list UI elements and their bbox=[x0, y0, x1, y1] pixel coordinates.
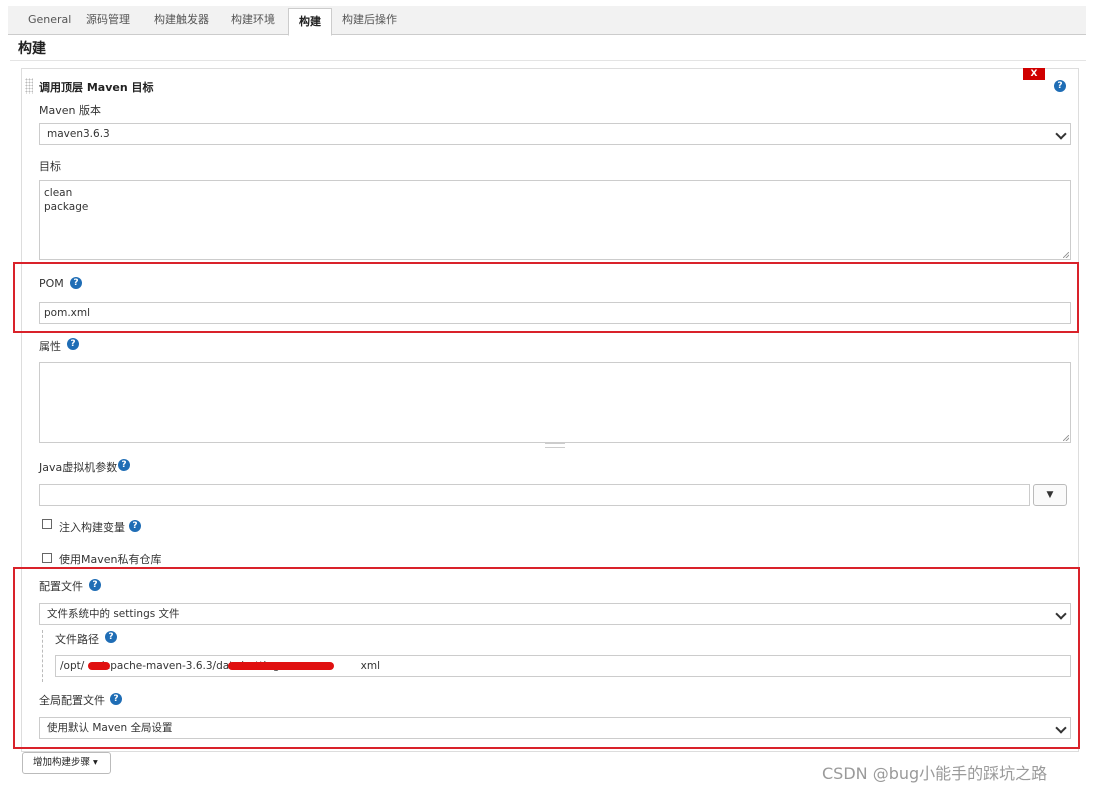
global-settings-label: 全局配置文件 bbox=[39, 694, 105, 707]
chevron-down-icon bbox=[1055, 128, 1067, 140]
inject-vars-label: 注入构建变量 bbox=[59, 521, 125, 534]
jvm-help-icon[interactable]: ? bbox=[118, 459, 130, 471]
goals-label: 目标 bbox=[39, 160, 61, 173]
tab-build-triggers[interactable]: 构建触发器 bbox=[144, 6, 219, 34]
section-divider bbox=[10, 60, 1086, 61]
maven-version-select[interactable]: maven3.6.3 bbox=[39, 123, 1071, 145]
chevron-down-icon bbox=[1055, 608, 1067, 620]
settings-path-prefix: /opt/ bbox=[60, 660, 85, 672]
global-settings-help-icon[interactable]: ? bbox=[110, 693, 122, 705]
settings-help-icon[interactable]: ? bbox=[89, 579, 101, 591]
drag-handle-icon[interactable] bbox=[25, 78, 33, 94]
private-repo-checkbox[interactable] bbox=[42, 553, 52, 563]
pom-value: pom.xml bbox=[44, 307, 91, 319]
caret-down-icon: ▾ bbox=[93, 757, 98, 768]
tab-source-control[interactable]: 源码管理 bbox=[76, 6, 140, 34]
tab-bar: General 源码管理 构建触发器 构建环境 构建 构建后操作 bbox=[8, 6, 1086, 36]
tab-post-build[interactable]: 构建后操作 bbox=[332, 6, 407, 34]
resize-grip-icon[interactable] bbox=[1063, 435, 1069, 441]
inject-vars-help-icon[interactable]: ? bbox=[129, 520, 141, 532]
maven-version-label: Maven 版本 bbox=[39, 104, 101, 117]
global-settings-value: 使用默认 Maven 全局设置 bbox=[47, 722, 173, 734]
pom-input[interactable]: pom.xml bbox=[39, 302, 1071, 324]
pom-label: POM bbox=[39, 277, 64, 290]
tab-build-environment[interactable]: 构建环境 bbox=[221, 6, 285, 34]
redaction-mark bbox=[228, 662, 334, 670]
properties-textarea[interactable] bbox=[39, 362, 1071, 443]
resize-grip-icon[interactable] bbox=[1063, 252, 1069, 258]
settings-path-input[interactable]: /opt//apache-maven-3.6.3/data/setting xml bbox=[55, 655, 1071, 677]
jvm-options-expand-button[interactable]: ▼ bbox=[1033, 484, 1067, 506]
jvm-options-input[interactable] bbox=[39, 484, 1030, 506]
private-repo-label: 使用Maven私有仓库 bbox=[59, 553, 162, 566]
inject-vars-checkbox[interactable] bbox=[42, 519, 52, 529]
splitter-handle-icon[interactable] bbox=[545, 443, 565, 448]
page: General 源码管理 构建触发器 构建环境 构建 构建后操作 构建 调用顶层… bbox=[0, 0, 1102, 790]
tab-build[interactable]: 构建 bbox=[288, 8, 332, 36]
settings-select[interactable]: 文件系统中的 settings 文件 bbox=[39, 603, 1071, 625]
settings-path-help-icon[interactable]: ? bbox=[105, 631, 117, 643]
settings-path-label: 文件路径 bbox=[55, 633, 99, 646]
pom-help-icon[interactable]: ? bbox=[70, 277, 82, 289]
chevron-down-icon bbox=[1055, 722, 1067, 734]
settings-value: 文件系统中的 settings 文件 bbox=[47, 608, 180, 620]
settings-path-suffix: xml bbox=[360, 660, 381, 672]
redaction-mark bbox=[88, 662, 110, 670]
delete-step-button[interactable]: X bbox=[1023, 68, 1045, 80]
properties-label: 属性 bbox=[39, 340, 61, 353]
maven-version-value: maven3.6.3 bbox=[47, 128, 110, 140]
step-help-icon[interactable]: ? bbox=[1054, 80, 1066, 92]
tab-general[interactable]: General bbox=[18, 6, 81, 34]
goals-textarea[interactable]: clean package bbox=[39, 180, 1071, 260]
add-build-step-label: 增加构建步骤 bbox=[33, 757, 91, 768]
section-title: 构建 bbox=[18, 41, 46, 57]
nested-indent-line bbox=[42, 630, 44, 682]
goals-line: clean bbox=[44, 187, 73, 199]
properties-help-icon[interactable]: ? bbox=[67, 338, 79, 350]
settings-label: 配置文件 bbox=[39, 580, 83, 593]
watermark: CSDN @bug小能手的踩坑之路 bbox=[822, 764, 1048, 783]
jvm-options-label: Java虚拟机参数 bbox=[39, 461, 118, 474]
build-step-title: 调用顶层 Maven 目标 bbox=[39, 81, 154, 94]
global-settings-select[interactable]: 使用默认 Maven 全局设置 bbox=[39, 717, 1071, 739]
add-build-step-button[interactable]: 增加构建步骤 ▾ bbox=[22, 752, 111, 774]
goals-line: package bbox=[44, 201, 89, 213]
